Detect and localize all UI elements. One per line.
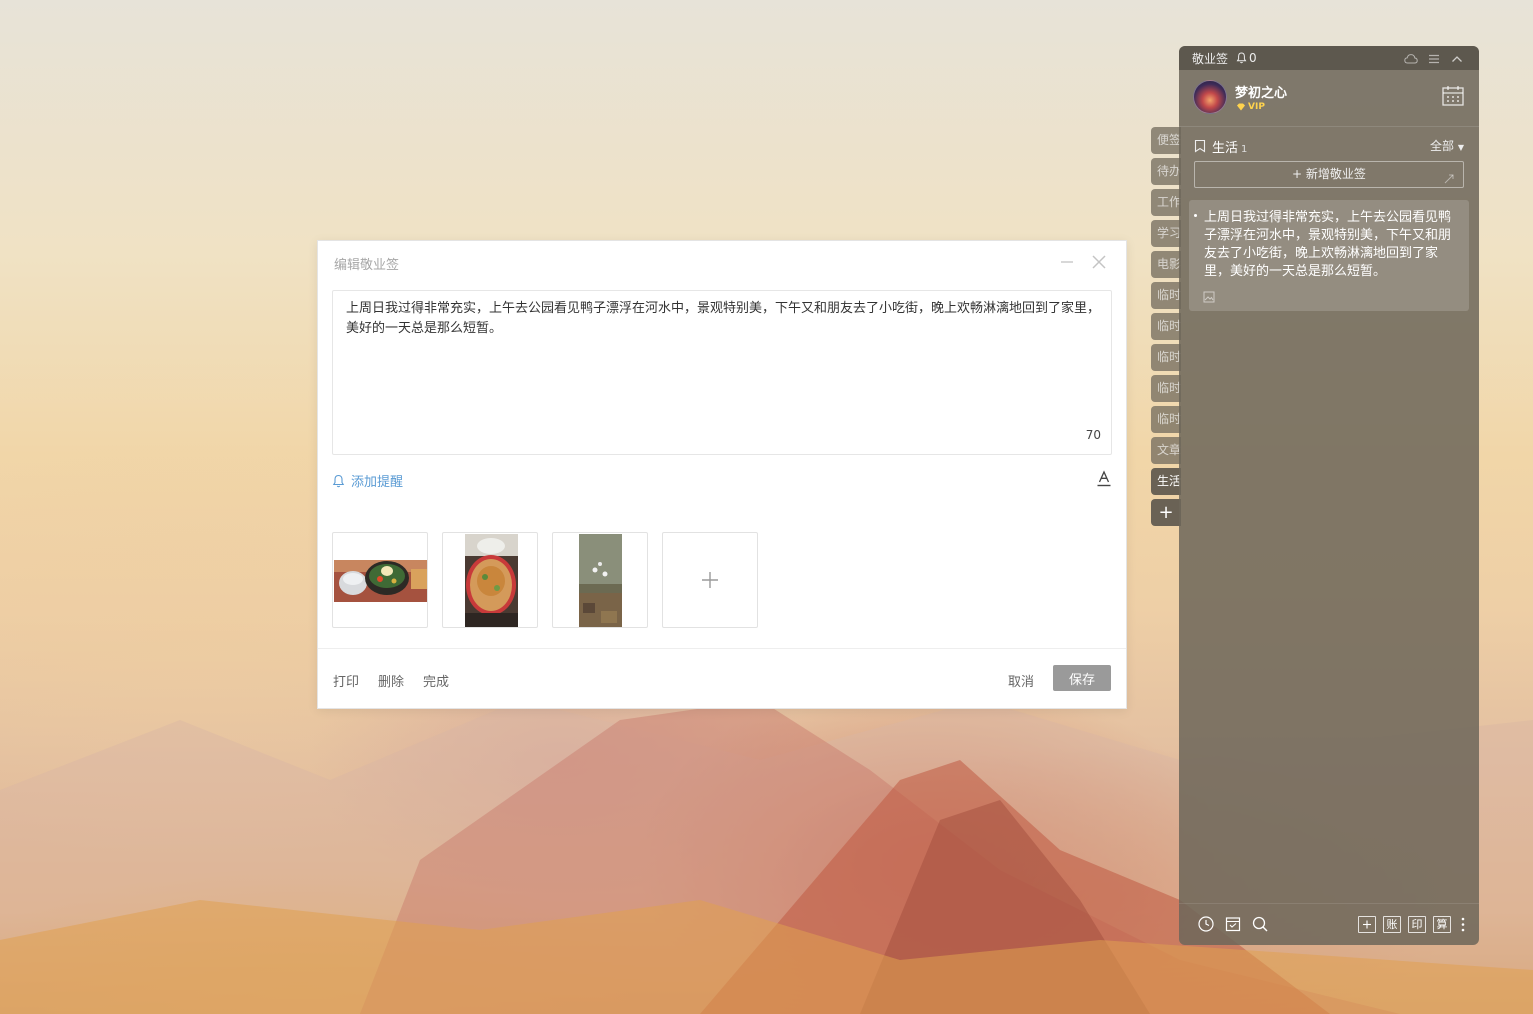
add-note-button[interactable]: + 新增敬业签 — [1194, 161, 1464, 188]
chevron-down-icon: ▼ — [1457, 143, 1464, 152]
image-icon — [1203, 288, 1215, 307]
tab-category-6[interactable]: 临时 — [1151, 282, 1181, 309]
save-button[interactable]: 保存 — [1053, 665, 1111, 691]
username: 梦初之心 — [1235, 86, 1288, 101]
plus-icon: + — [1292, 167, 1306, 181]
bell-icon — [1236, 52, 1247, 64]
calendar-icon[interactable] — [1441, 84, 1465, 108]
dialog-header: 编辑敬业签 — [318, 241, 1126, 285]
add-reminder-button[interactable]: 添加提醒 — [332, 471, 403, 490]
add-reminder-label: 添加提醒 — [351, 475, 404, 490]
char-count: 70 — [1085, 428, 1101, 442]
tab-category-8[interactable]: 临时 — [1151, 344, 1181, 371]
minimize-icon[interactable] — [1056, 251, 1078, 273]
font-color-icon[interactable] — [1096, 470, 1112, 488]
delete-button[interactable]: 删除 — [378, 671, 404, 690]
tab-category-7[interactable]: 临时 — [1151, 313, 1181, 340]
close-icon[interactable] — [1088, 251, 1110, 273]
panel-toolbar: 账 印 算 — [1179, 903, 1479, 945]
add-category-tab[interactable]: + — [1151, 499, 1181, 526]
search-icon[interactable] — [1251, 915, 1269, 933]
dialog-footer: 打印 删除 完成 取消 保存 — [318, 648, 1126, 708]
filter-label: 全部 — [1430, 139, 1455, 153]
done-button[interactable]: 完成 — [423, 671, 449, 690]
panel-titlebar: 敬业签 0 — [1179, 46, 1479, 70]
note-bullet — [1194, 214, 1197, 217]
tab-category-9[interactable]: 临时 — [1151, 375, 1181, 402]
tab-category-5[interactable]: 电影 — [1151, 251, 1181, 278]
note-text: 上周日我过得非常充实，上午去公园看见鸭子漂浮在河水中，景观特别美，下午又和朋友去… — [1204, 210, 1452, 279]
cancel-button[interactable]: 取消 — [1008, 671, 1034, 690]
archive-icon[interactable] — [1224, 915, 1242, 933]
tab-category-2[interactable]: 待办 — [1151, 158, 1181, 185]
category-count: 1 — [1241, 144, 1248, 155]
attachment-image-noodles[interactable] — [442, 532, 538, 628]
more-icon[interactable] — [1461, 916, 1465, 933]
expand-icon[interactable] — [1443, 169, 1455, 194]
image-attachments — [332, 532, 758, 628]
attachment-image-river[interactable] — [552, 532, 648, 628]
clock-icon[interactable] — [1197, 915, 1215, 933]
print-button[interactable]: 打印 — [333, 671, 359, 690]
dialog-title: 编辑敬业签 — [334, 258, 400, 273]
note-card[interactable]: 上周日我过得非常充实，上午去公园看见鸭子漂浮在河水中，景观特别美，下午又和朋友去… — [1189, 200, 1469, 311]
add-image-button[interactable] — [662, 532, 758, 628]
vip-badge: VIP — [1236, 102, 1265, 112]
new-note-button[interactable] — [1358, 916, 1376, 933]
reminder-counter[interactable]: 0 — [1236, 51, 1257, 65]
attachment-image-bowl[interactable] — [332, 532, 428, 628]
add-note-label: 新增敬业签 — [1305, 167, 1366, 181]
diamond-icon — [1237, 103, 1245, 111]
notes-panel: 敬业签 0 梦初之心 VIP 生活 1 全部 ▼ + 新增敬业签 上周日我过得非… — [1179, 46, 1479, 945]
bell-icon — [332, 474, 345, 487]
tab-category-10[interactable]: 临时 — [1151, 406, 1181, 433]
menu-icon[interactable] — [1427, 51, 1441, 65]
category-header: 生活 1 全部 ▼ — [1194, 137, 1464, 156]
calculator-button[interactable]: 算 — [1433, 916, 1451, 933]
collapse-icon[interactable] — [1450, 51, 1464, 65]
tab-category-1[interactable]: 便签 — [1151, 127, 1181, 154]
tab-category-4[interactable]: 学习 — [1151, 220, 1181, 247]
print-tool-button[interactable]: 印 — [1408, 916, 1426, 933]
avatar[interactable] — [1193, 80, 1227, 114]
tab-category-3[interactable]: 工作 — [1151, 189, 1181, 216]
app-name: 敬业签 — [1192, 51, 1229, 66]
note-content[interactable]: 上周日我过得非常充实，上午去公园看见鸭子漂浮在河水中，景观特别美，下午又和朋友去… — [346, 299, 1103, 339]
plus-icon — [1363, 920, 1371, 929]
category-name: 生活 — [1212, 141, 1239, 156]
user-profile: 梦初之心 VIP — [1193, 80, 1465, 120]
vip-label: VIP — [1248, 102, 1265, 112]
cloud-icon[interactable] — [1404, 51, 1418, 65]
account-button[interactable]: 账 — [1383, 916, 1401, 933]
note-editor[interactable]: 上周日我过得非常充实，上午去公园看见鸭子漂浮在河水中，景观特别美，下午又和朋友去… — [332, 290, 1112, 455]
category-title: 生活 1 — [1212, 137, 1247, 156]
panel-divider — [1179, 126, 1479, 127]
plus-icon — [702, 572, 718, 588]
bookmark-icon — [1194, 139, 1206, 153]
reminder-count: 0 — [1249, 51, 1257, 65]
footer-actions: 打印 删除 完成 — [333, 671, 449, 690]
tab-category-life[interactable]: 生活 — [1151, 468, 1181, 495]
tab-category-11[interactable]: 文章 — [1151, 437, 1181, 464]
edit-note-dialog: 编辑敬业签 上周日我过得非常充实，上午去公园看见鸭子漂浮在河水中，景观特别美，下… — [317, 240, 1127, 709]
filter-dropdown[interactable]: 全部 ▼ — [1430, 137, 1464, 154]
